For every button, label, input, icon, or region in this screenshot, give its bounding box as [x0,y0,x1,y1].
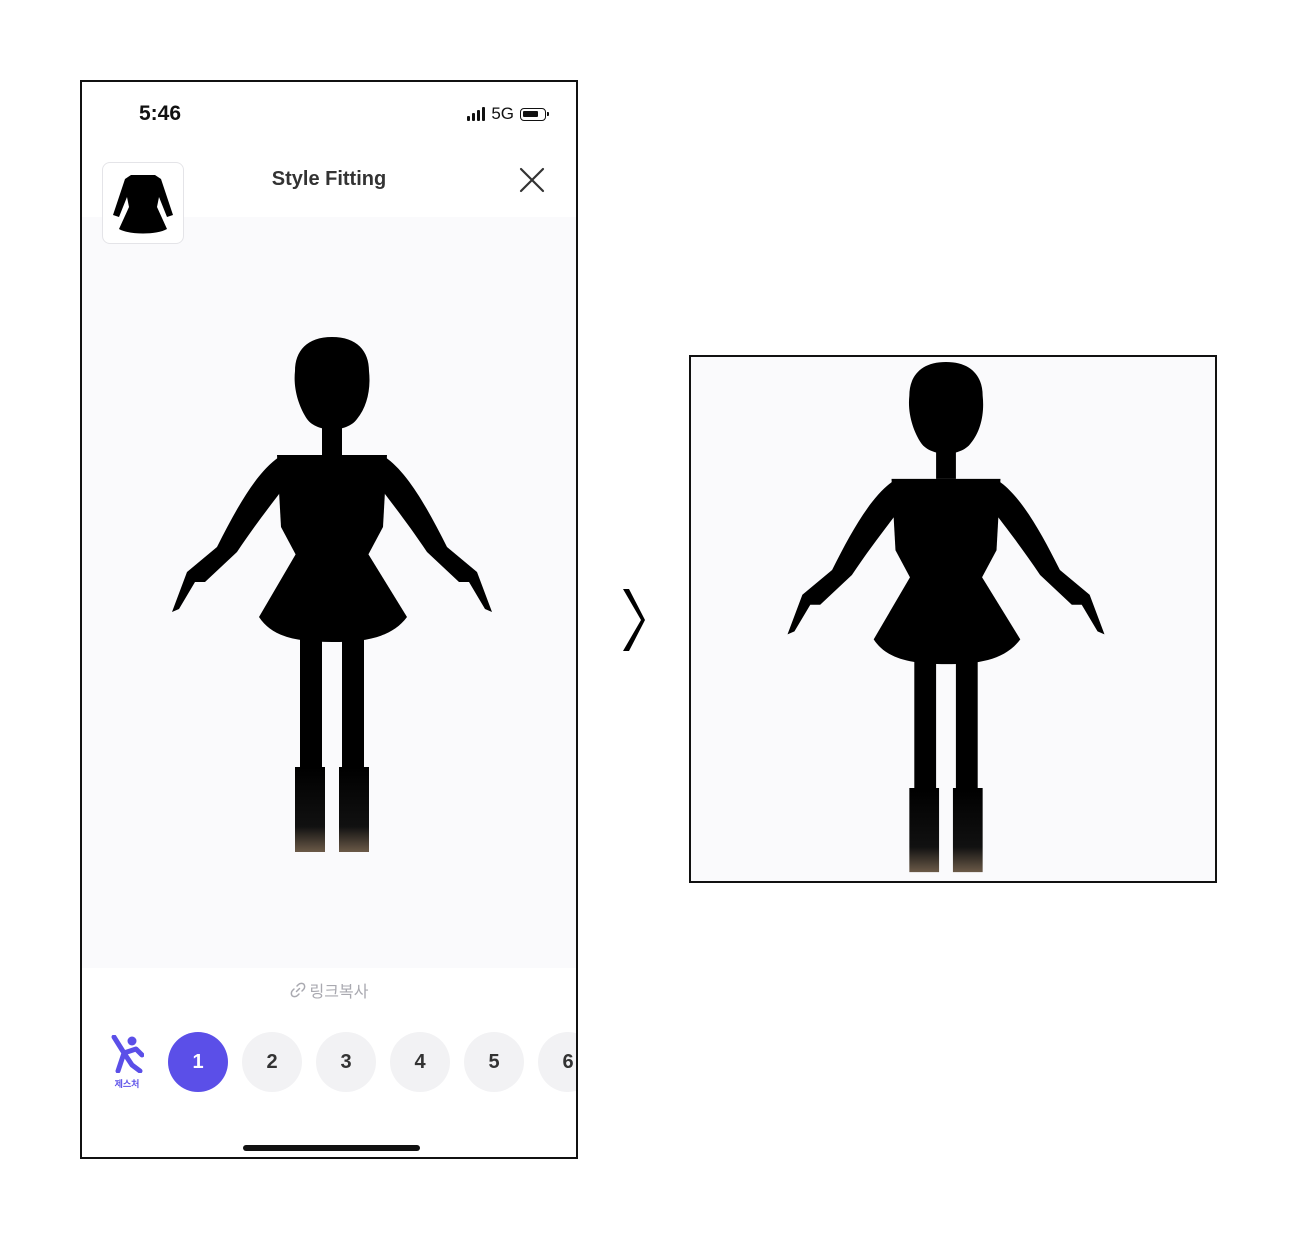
pose-button-5[interactable]: 5 [464,1032,524,1092]
avatar-viewer[interactable] [82,217,576,968]
gesture-button[interactable]: 제스처 [102,1034,152,1090]
pose-button-1[interactable]: 1 [168,1032,228,1092]
avatar-figure-preview [787,362,1105,873]
signal-icon [467,107,486,121]
close-button[interactable] [518,166,546,194]
status-time: 5:46 [139,102,182,125]
close-icon [519,167,545,193]
pose-button-3[interactable]: 3 [316,1032,376,1092]
network-label: 5G [491,104,514,123]
garment-thumbnail[interactable] [102,162,184,244]
pose-button-6[interactable]: 6 [538,1032,576,1092]
gesture-label: 제스처 [114,1078,140,1089]
pose-selector: 제스처 1 2 3 4 5 6 [102,1032,576,1092]
avatar-figure [172,337,492,852]
chevron-right-icon [623,589,645,651]
home-indicator [243,1145,420,1151]
phone-screen: 5:46 5G Style Fitting 링크복사 제스처 1 2 3 4 5… [80,80,578,1159]
dress-icon [113,175,173,234]
avatar-preview [689,355,1217,883]
link-icon [290,982,305,998]
link-copy-label: 링크복사 [309,984,369,1001]
pose-button-4[interactable]: 4 [390,1032,450,1092]
link-copy-button[interactable]: 링크복사 [82,978,576,1002]
status-icons: 5G [467,104,549,124]
pose-button-2[interactable]: 2 [242,1032,302,1092]
battery-icon [520,107,549,121]
gesture-icon [111,1034,144,1073]
